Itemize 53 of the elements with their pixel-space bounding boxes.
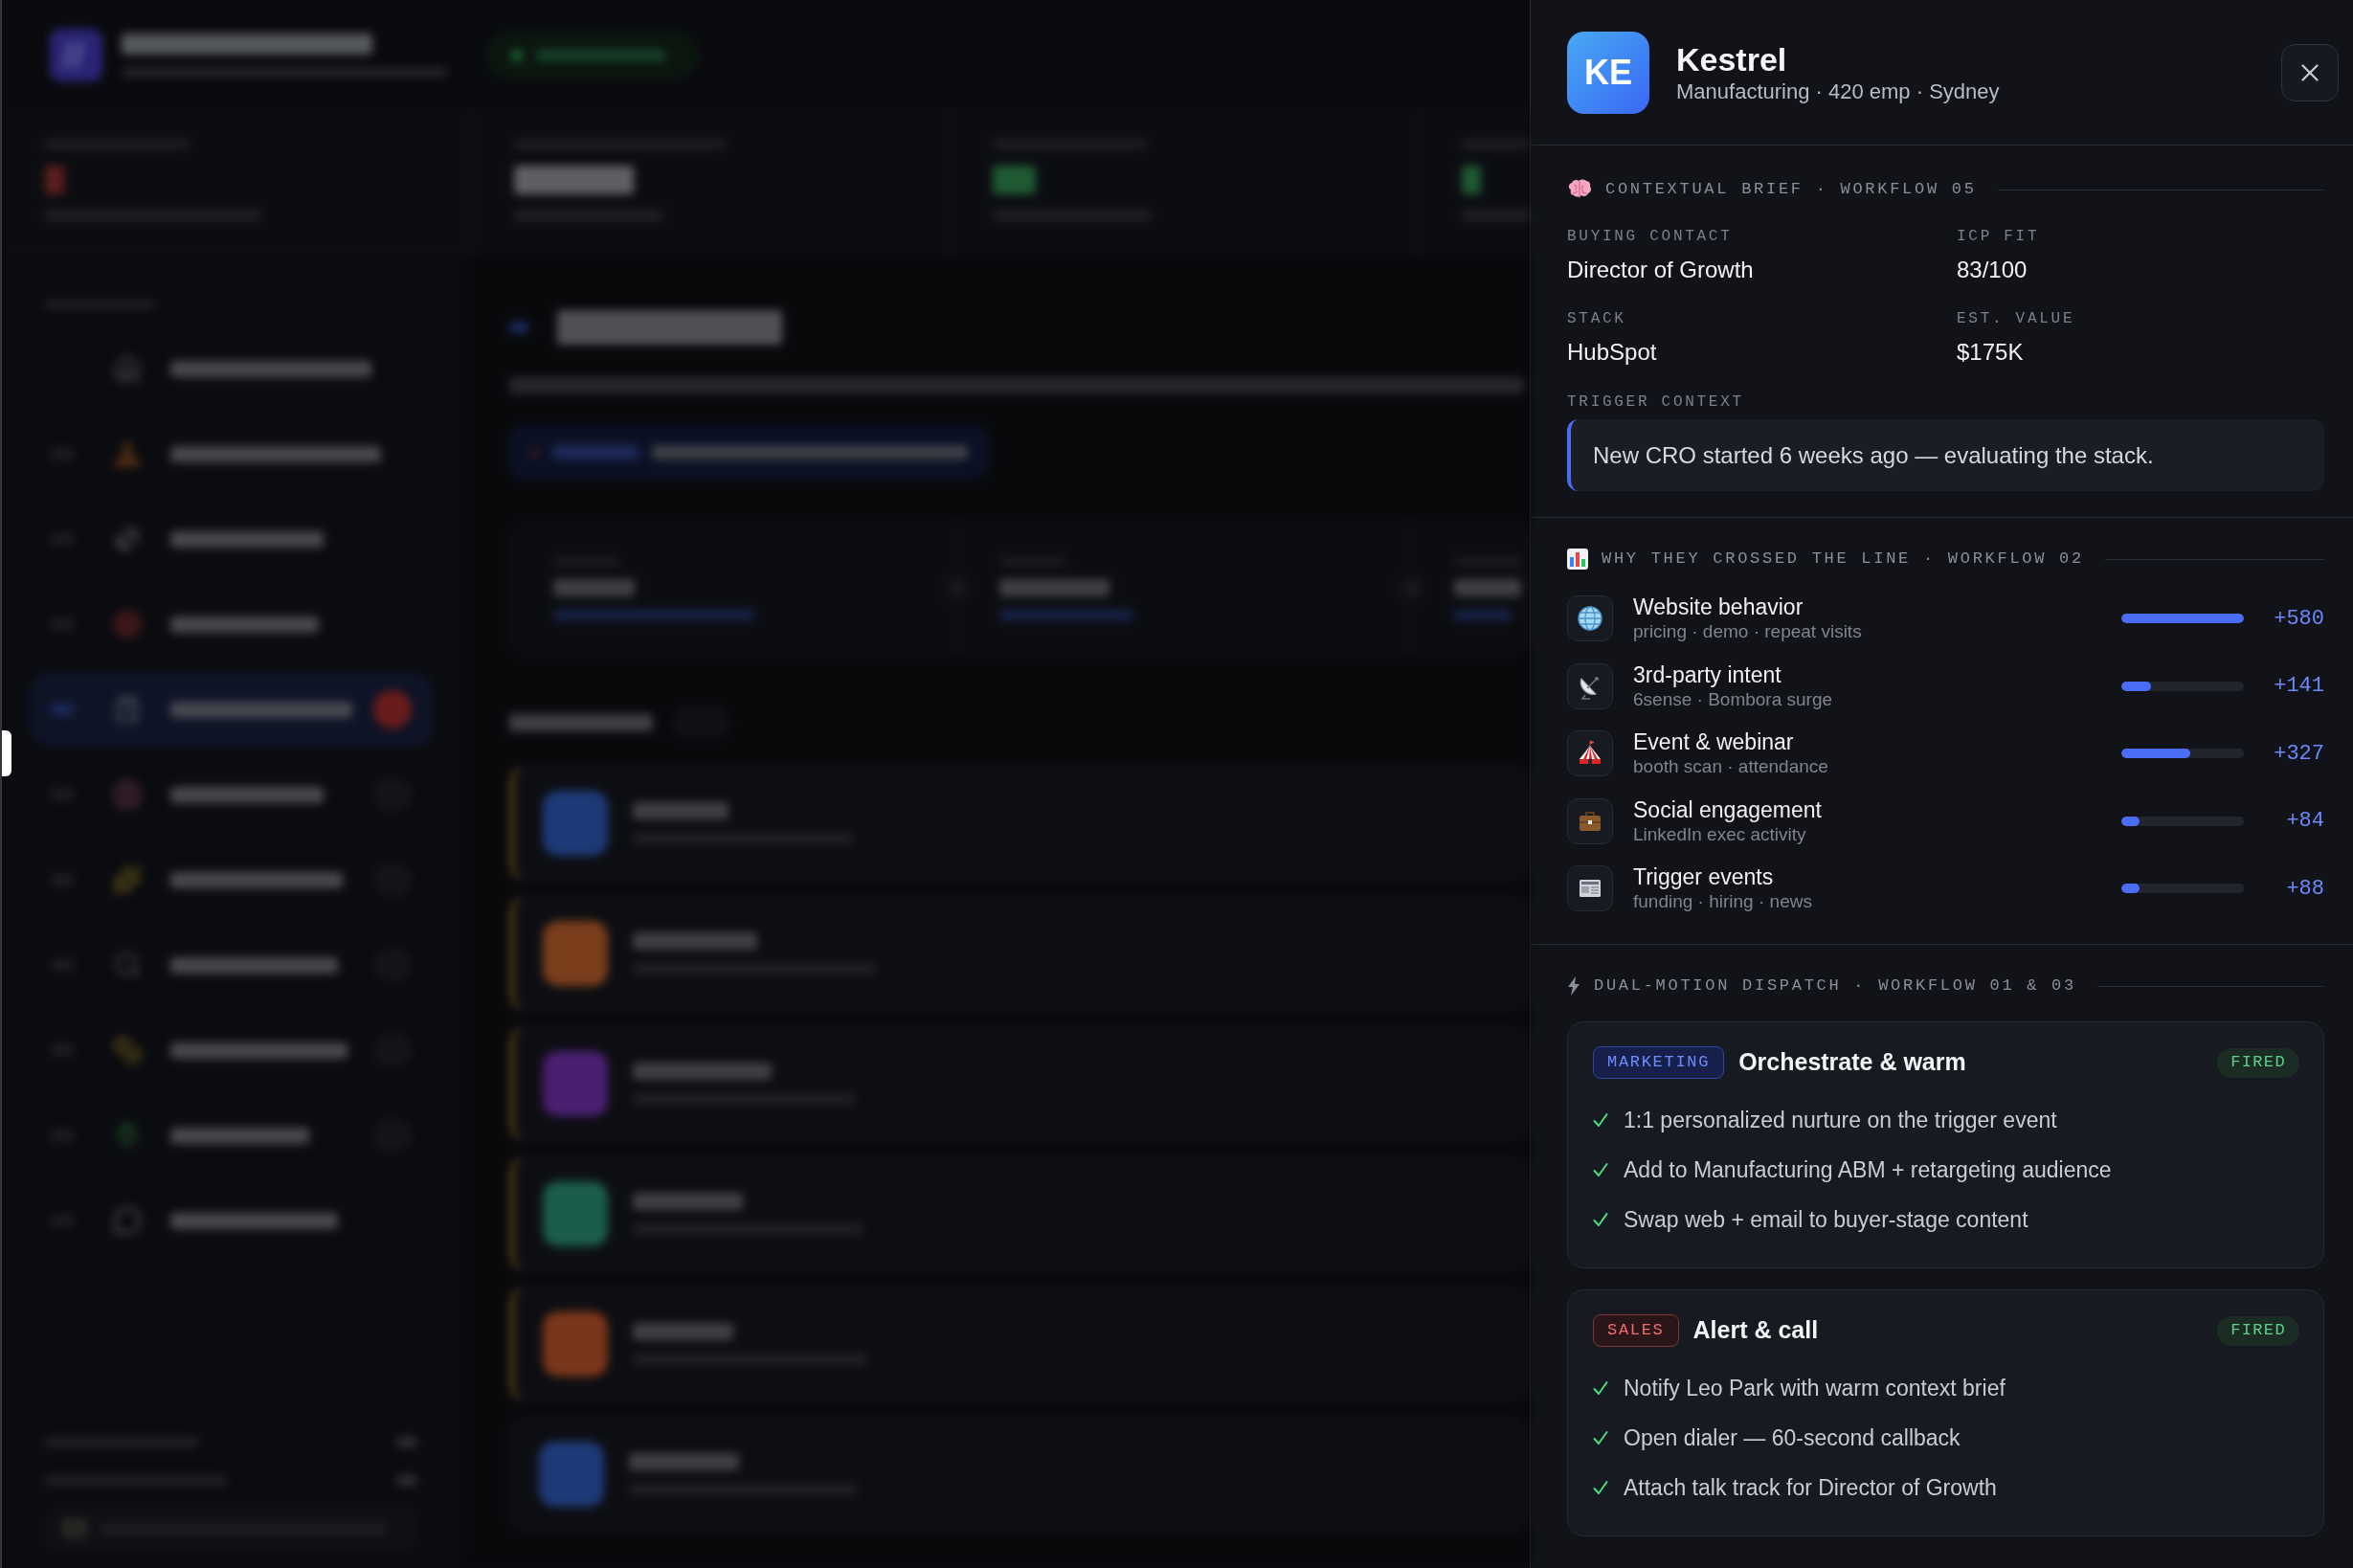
brain-icon xyxy=(1567,179,1592,200)
signal-detail: pricing · demo · repeat visits xyxy=(1633,620,1862,643)
signal-title: Trigger events xyxy=(1633,863,1775,890)
company-avatar: KE xyxy=(1567,31,1649,114)
signal-score: +88 xyxy=(2285,875,2324,903)
lightning-icon xyxy=(1567,976,1580,996)
action-text: Swap web + email to buyer-stage content xyxy=(1624,1205,2028,1234)
bar-chart-icon xyxy=(1567,549,1588,570)
side-handle[interactable] xyxy=(2,730,11,776)
motion-title: Orchestrate & warm xyxy=(1738,1047,1966,1078)
signal-title: Website behavior xyxy=(1633,594,1804,620)
briefcase-icon xyxy=(1567,797,1613,844)
company-meta: Manufacturing · 420 emp · Sydney xyxy=(1676,78,2000,105)
signal-detail: booth scan · attendance xyxy=(1633,755,1828,778)
motion-title: Alert & call xyxy=(1692,1315,1819,1346)
signal-score: +580 xyxy=(2273,605,2324,633)
signal-title: Event & webinar xyxy=(1633,728,1795,755)
status-badge: FIRED xyxy=(2217,1047,2299,1078)
field-label: BUYING CONTACT xyxy=(1567,227,1734,246)
trigger-note: New CRO started 6 weeks ago — evaluating the stack. xyxy=(1567,419,2324,491)
signal-detail: 6sense · Bombora surge xyxy=(1633,687,1833,711)
signal-detail: funding · hiring · news xyxy=(1633,890,1812,913)
section-heading: DUAL-MOTION DISPATCH · WORKFLOW 01 & 03 xyxy=(1594,975,2076,997)
circus-tent-icon xyxy=(1567,730,1613,776)
action-text: 1:1 personalized nurture on the trigger event xyxy=(1624,1106,2057,1134)
globe-icon xyxy=(1567,595,1613,641)
signal-score: +84 xyxy=(2285,808,2324,835)
company-name: Kestrel xyxy=(1676,39,1788,78)
signal-title: Social engagement xyxy=(1633,795,1822,823)
field-value: Director of Growth xyxy=(1567,256,1755,284)
action-text: Notify Leo Park with warm context brief xyxy=(1624,1374,2006,1402)
signal-score: +141 xyxy=(2273,673,2324,700)
field-value: 83/100 xyxy=(1957,256,2028,284)
close-button[interactable] xyxy=(2281,43,2339,101)
signal-score: +327 xyxy=(2273,740,2324,768)
section-heading: CONTEXTUAL BRIEF · WORKFLOW 05 xyxy=(1605,179,1977,201)
field-label: STACK xyxy=(1567,309,1627,328)
field-value: HubSpot xyxy=(1567,338,1658,367)
status-badge: FIRED xyxy=(2217,1315,2299,1346)
section-heading: WHY THEY CROSSED THE LINE · WORKFLOW 02 xyxy=(1602,549,2084,571)
field-label: ICP FIT xyxy=(1957,227,2041,246)
field-label: EST. VALUE xyxy=(1957,309,2076,328)
signal-detail: LinkedIn exec activity xyxy=(1633,822,1807,846)
action-text: Add to Manufacturing ABM + retargeting audience xyxy=(1624,1155,2112,1184)
action-text: Attach talk track for Director of Growth xyxy=(1624,1473,1997,1502)
newspaper-icon xyxy=(1567,865,1613,911)
action-text: Open dialer — 60-second callback xyxy=(1624,1423,1961,1452)
field-value: $175K xyxy=(1957,338,2025,367)
field-label: TRIGGER CONTEXT xyxy=(1567,392,1745,412)
motion-tag: MARKETING xyxy=(1593,1046,1725,1079)
signal-title: 3rd-party intent xyxy=(1633,661,1782,688)
motion-tag: SALES xyxy=(1593,1314,1679,1347)
satellite-dish-icon xyxy=(1567,662,1613,709)
